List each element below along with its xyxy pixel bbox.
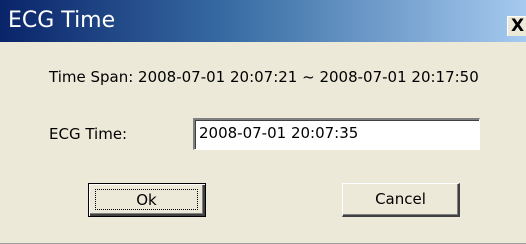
time-span-label: Time Span: 2008-07-01 20:07:21 ~ 2008-07… — [49, 68, 479, 86]
ecg-time-label: ECG Time: — [49, 125, 128, 143]
cancel-button[interactable]: Cancel — [342, 183, 460, 217]
close-icon: X — [511, 16, 525, 36]
ok-button[interactable]: Ok — [88, 183, 206, 217]
ecg-time-dialog: ECG Time X Time Span: 2008-07-01 20:07:2… — [0, 0, 526, 244]
close-button[interactable]: X — [507, 16, 526, 36]
title-bar[interactable]: ECG Time X — [0, 0, 526, 42]
ok-button-label: Ok — [95, 189, 198, 210]
ecg-time-input[interactable]: 2008-07-01 20:07:35 — [193, 118, 480, 150]
window-title: ECG Time — [8, 8, 116, 33]
